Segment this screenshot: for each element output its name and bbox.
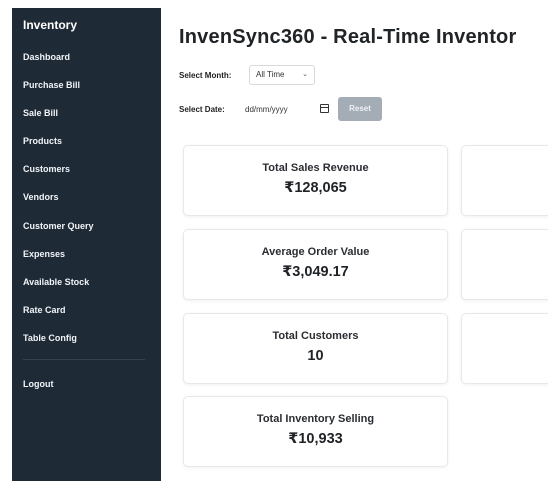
sidebar-nav: Dashboard Purchase Bill Sale Bill Produc…: [12, 50, 161, 359]
card-value: ₹10,933: [288, 431, 343, 447]
main-content: InvenSync360 - Real-Time Inventor Select…: [161, 0, 548, 481]
card-title: Total Sales Revenue: [262, 162, 369, 174]
calendar-icon[interactable]: [320, 104, 329, 113]
month-select[interactable]: All Time ⌄: [249, 65, 315, 85]
stat-card-partial: [461, 145, 548, 216]
sidebar-item-products[interactable]: Products: [12, 134, 161, 162]
sidebar-item-vendors[interactable]: Vendors: [12, 190, 161, 218]
stat-card-total-customers: Total Customers 10: [183, 313, 448, 384]
reset-button[interactable]: Reset: [338, 97, 382, 121]
logout-link[interactable]: Logout: [23, 379, 54, 389]
sidebar-item-expenses[interactable]: Expenses: [12, 247, 161, 275]
stat-card-partial: [461, 229, 548, 300]
card-value: 10: [307, 348, 324, 364]
stat-card-average-order-value: Average Order Value ₹3,049.17: [183, 229, 448, 300]
stat-card-partial: [461, 313, 548, 384]
sidebar-item-customers[interactable]: Customers: [12, 162, 161, 190]
card-title: Total Customers: [272, 330, 359, 342]
select-date-label: Select Date:: [179, 105, 225, 114]
stat-card-total-inventory-selling: Total Inventory Selling ₹10,933: [183, 396, 448, 467]
card-title: Average Order Value: [261, 246, 370, 258]
sidebar-divider: [23, 359, 145, 360]
sidebar-brand: Inventory: [23, 18, 78, 32]
sidebar-item-customer-query[interactable]: Customer Query: [12, 219, 161, 247]
card-value: ₹3,049.17: [282, 264, 349, 280]
card-value: ₹128,065: [284, 180, 347, 196]
month-select-value: All Time: [256, 70, 285, 79]
sidebar-item-dashboard[interactable]: Dashboard: [12, 50, 161, 78]
page-title: InvenSync360 - Real-Time Inventor: [179, 26, 517, 48]
date-input-placeholder: dd/mm/yyyy: [245, 105, 288, 114]
sidebar-item-available-stock[interactable]: Available Stock: [12, 275, 161, 303]
card-title: Total Inventory Selling: [256, 413, 375, 425]
sidebar-item-purchase-bill[interactable]: Purchase Bill: [12, 78, 161, 106]
sidebar-item-sale-bill[interactable]: Sale Bill: [12, 106, 161, 134]
sidebar: Inventory Dashboard Purchase Bill Sale B…: [12, 8, 161, 481]
sidebar-item-rate-card[interactable]: Rate Card: [12, 303, 161, 331]
date-input[interactable]: dd/mm/yyyy: [240, 98, 336, 120]
stat-card-total-sales-revenue: Total Sales Revenue ₹128,065: [183, 145, 448, 216]
select-month-label: Select Month:: [179, 71, 232, 80]
chevron-down-icon: ⌄: [302, 71, 308, 78]
sidebar-item-table-config[interactable]: Table Config: [12, 331, 161, 359]
